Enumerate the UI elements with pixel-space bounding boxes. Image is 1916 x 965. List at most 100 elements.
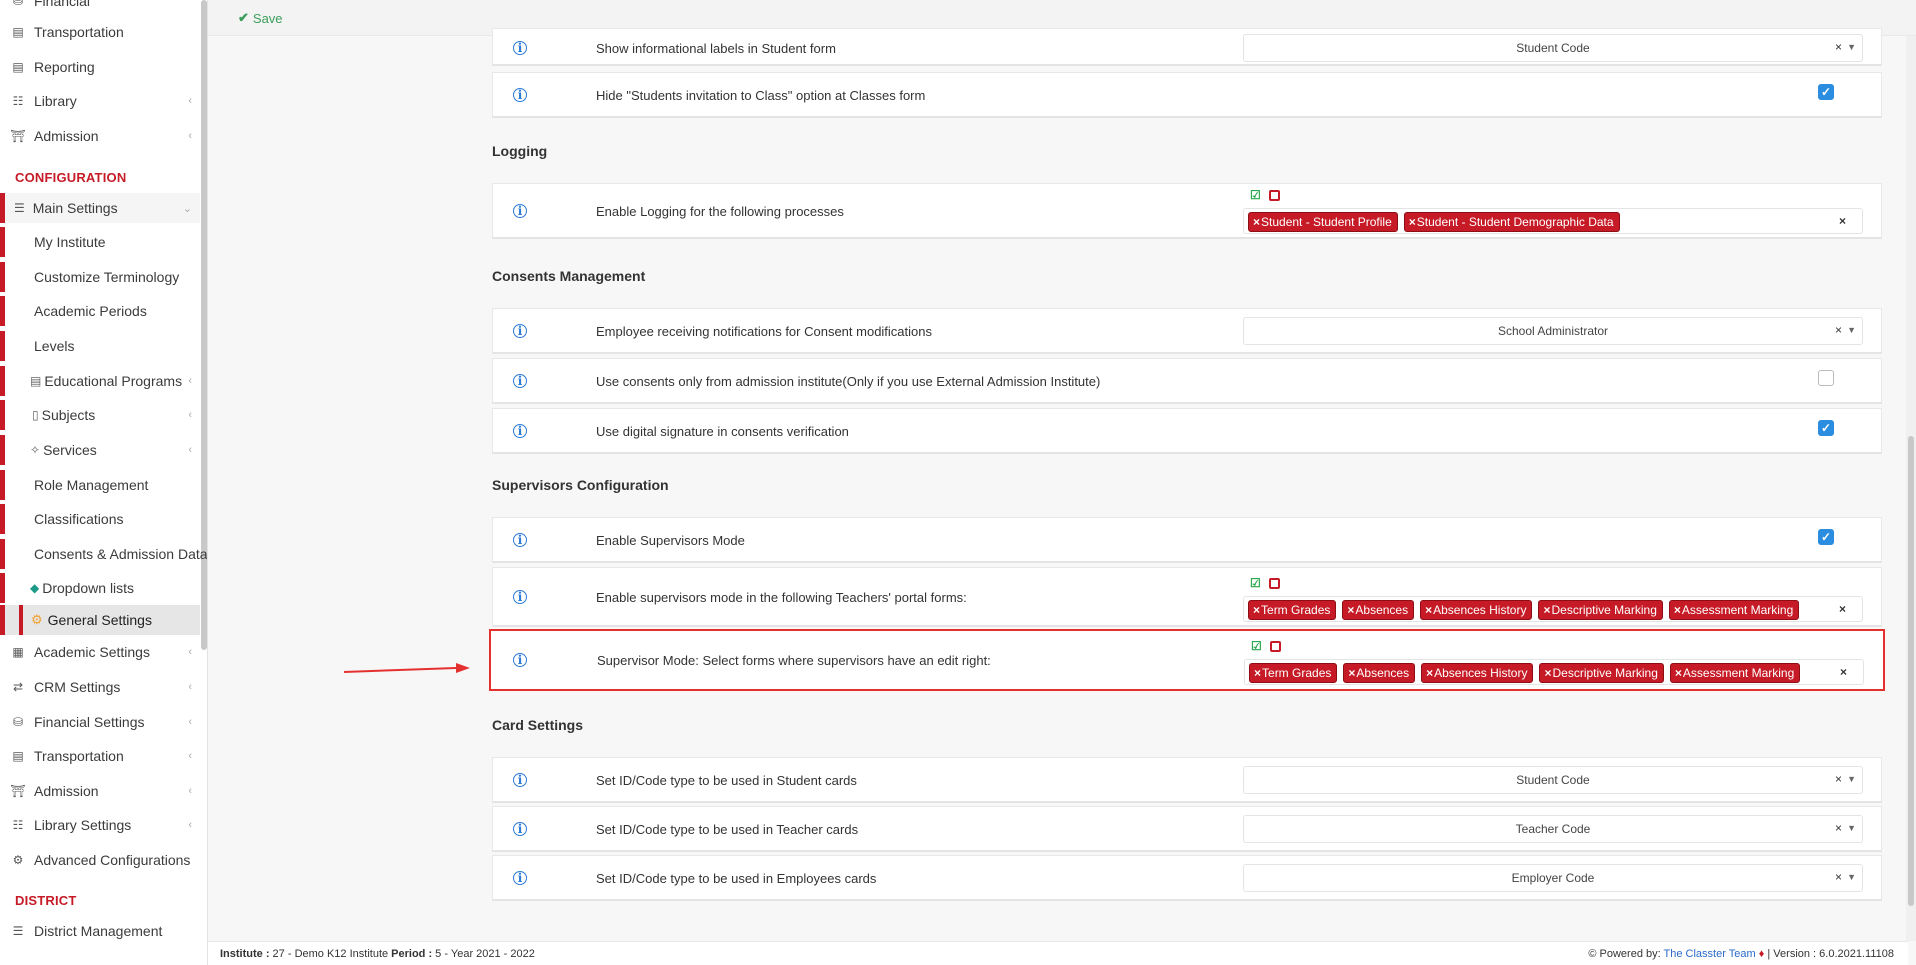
sidebar-item-financial[interactable]: ⛁ Financial (0, 0, 200, 16)
sidebar-item-admission[interactable]: ⛩ Admission ‹ (0, 121, 200, 151)
remove-icon[interactable]: × (1675, 666, 1682, 680)
sidebar-item-district-management[interactable]: ☰ District Management (0, 916, 200, 946)
remove-icon[interactable]: × (1409, 215, 1416, 229)
tag[interactable]: ×Absences History (1420, 600, 1533, 620)
sidebar-item-main-settings[interactable]: ☰ Main Settings ⌄ (0, 193, 200, 223)
clear-icon[interactable]: × (1835, 821, 1842, 835)
clear-icon[interactable]: × (1835, 772, 1842, 786)
info-icon[interactable]: i (513, 204, 527, 218)
sidebar-item-financial-settings[interactable]: ⛁ Financial Settings ‹ (0, 707, 200, 737)
sidebar-item-educational-programs[interactable]: ▤ Educational Programs ‹ (0, 366, 200, 396)
select-all-icon[interactable]: ☑ (1251, 639, 1262, 653)
sidebar-item-consents-admission[interactable]: Consents & Admission Data (0, 539, 207, 569)
remove-icon[interactable]: × (1253, 215, 1260, 229)
consent-employee-select[interactable]: School Administrator × ▼ (1243, 317, 1863, 345)
sidebar-item-crm-settings[interactable]: ⇄ CRM Settings ‹ (0, 672, 200, 702)
remove-icon[interactable]: × (1674, 603, 1681, 617)
tag[interactable]: ×Descriptive Marking (1539, 663, 1664, 683)
team-link[interactable]: The Classter Team (1664, 948, 1756, 960)
select-all-icon[interactable]: ☑ (1250, 188, 1261, 202)
info-icon[interactable]: i (513, 871, 527, 885)
card-teacher-select[interactable]: Teacher Code × ▼ (1243, 815, 1863, 843)
info-icon[interactable]: i (513, 88, 527, 102)
remove-icon[interactable]: × (1425, 603, 1432, 617)
sidebar-item-customize-terminology[interactable]: Customize Terminology (0, 262, 200, 292)
info-icon[interactable]: i (513, 773, 527, 787)
clear-icon[interactable]: × (1835, 870, 1842, 884)
deselect-all-icon[interactable] (1268, 578, 1280, 589)
caret-down-icon[interactable]: ▼ (1847, 42, 1856, 52)
info-icon[interactable]: i (513, 653, 527, 667)
consent-admission-checkbox[interactable] (1818, 370, 1834, 386)
tag[interactable]: ×Absences (1342, 600, 1415, 620)
page-scrollbar[interactable] (1906, 36, 1916, 941)
sidebar-item-levels[interactable]: Levels (0, 331, 200, 361)
clear-icon[interactable]: × (1839, 214, 1846, 228)
supervisors-edit-multiselect[interactable]: ×Term Grades ×Absences ×Absences History… (1244, 659, 1864, 685)
remove-icon[interactable]: × (1254, 666, 1261, 680)
deselect-all-icon[interactable] (1269, 641, 1281, 652)
tag[interactable]: ×Absences (1343, 663, 1416, 683)
sidebar-item-transportation-settings[interactable]: ▤ Transportation ‹ (0, 741, 200, 771)
sidebar-item-academic-settings[interactable]: ▦ Academic Settings ‹ (0, 637, 200, 667)
tag[interactable]: ×Student - Student Demographic Data (1403, 212, 1620, 232)
select-all-icon[interactable]: ☑ (1250, 576, 1261, 590)
logging-multiselect[interactable]: ×Student - Student Profile ×Student - St… (1243, 208, 1863, 234)
remove-icon[interactable]: × (1544, 666, 1551, 680)
save-button[interactable]: ✔ Save (238, 10, 283, 26)
tag-label: Student - Student Demographic Data (1416, 215, 1614, 229)
info-icon[interactable]: i (513, 374, 527, 388)
tag[interactable]: ×Descriptive Marking (1538, 600, 1663, 620)
info-icon[interactable]: i (513, 324, 527, 338)
scrollbar-thumb[interactable] (1908, 436, 1914, 906)
sidebar-item-dropdown-lists[interactable]: ◆ Dropdown lists (0, 573, 200, 603)
sidebar-item-library-settings[interactable]: ☷ Library Settings ‹ (0, 810, 200, 840)
info-icon[interactable]: i (513, 822, 527, 836)
clear-icon[interactable]: × (1839, 602, 1846, 616)
info-icon[interactable]: i (513, 41, 527, 55)
sidebar-item-academic-periods[interactable]: Academic Periods (0, 296, 200, 326)
card-student-select[interactable]: Student Code × ▼ (1243, 766, 1863, 794)
sidebar-item-admission-settings[interactable]: ⛩ Admission ‹ (0, 776, 200, 806)
clear-icon[interactable]: × (1835, 40, 1842, 54)
sidebar-item-services[interactable]: ✧ Services ‹ (0, 435, 200, 465)
section-title: Logging (492, 143, 548, 159)
card-employee-select[interactable]: Employer Code × ▼ (1243, 864, 1863, 892)
info-icon[interactable]: i (513, 424, 527, 438)
sidebar-item-reporting[interactable]: ▤ Reporting (0, 52, 200, 82)
sidebar-item-general-settings[interactable]: ⚙ General Settings (0, 605, 200, 635)
sidebar-item-my-institute[interactable]: My Institute (0, 227, 200, 257)
remove-icon[interactable]: × (1543, 603, 1550, 617)
supervisors-mode-checkbox[interactable]: ✓ (1818, 529, 1834, 545)
tag[interactable]: ×Assessment Marking (1668, 600, 1800, 620)
caret-down-icon[interactable]: ▼ (1847, 872, 1856, 882)
sidebar-item-transportation[interactable]: ▤ Transportation (0, 17, 200, 47)
remove-icon[interactable]: × (1426, 666, 1433, 680)
tag[interactable]: ×Student - Student Profile (1248, 212, 1398, 232)
sidebar-item-advanced-configurations[interactable]: ⚙ Advanced Configurations (0, 845, 200, 875)
caret-down-icon[interactable]: ▼ (1847, 823, 1856, 833)
sidebar-item-library[interactable]: ☷ Library ‹ (0, 86, 200, 116)
supervisors-forms-multiselect[interactable]: ×Term Grades ×Absences ×Absences History… (1243, 596, 1863, 622)
sidebar-item-subjects[interactable]: ▯ Subjects ‹ (0, 400, 200, 430)
clear-icon[interactable]: × (1840, 665, 1847, 679)
deselect-all-icon[interactable] (1268, 190, 1280, 201)
caret-down-icon[interactable]: ▼ (1847, 325, 1856, 335)
info-icon[interactable]: i (513, 533, 527, 547)
tag[interactable]: ×Assessment Marking (1669, 663, 1801, 683)
remove-icon[interactable]: × (1253, 603, 1260, 617)
info-icon[interactable]: i (513, 590, 527, 604)
remove-icon[interactable]: × (1348, 666, 1355, 680)
consent-signature-checkbox[interactable]: ✓ (1818, 420, 1834, 436)
sidebar-item-classifications[interactable]: Classifications (0, 504, 200, 534)
tag[interactable]: ×Absences History (1421, 663, 1534, 683)
student-labels-select[interactable]: Student Code × ▼ (1243, 34, 1863, 62)
clear-icon[interactable]: × (1835, 323, 1842, 337)
remove-icon[interactable]: × (1347, 603, 1354, 617)
tag[interactable]: ×Term Grades (1249, 663, 1338, 683)
tag[interactable]: ×Term Grades (1248, 600, 1337, 620)
setting-label: Employee receiving notifications for Con… (596, 324, 933, 339)
hide-invitation-checkbox[interactable]: ✓ (1818, 84, 1834, 100)
caret-down-icon[interactable]: ▼ (1847, 774, 1856, 784)
sidebar-item-role-management[interactable]: Role Management (0, 470, 200, 500)
